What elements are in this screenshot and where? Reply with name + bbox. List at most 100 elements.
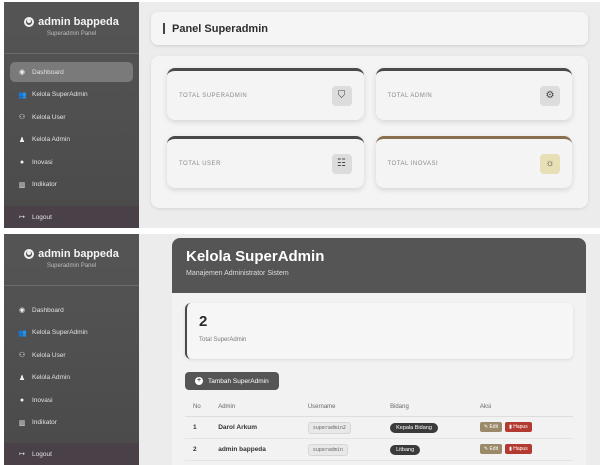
sidebar-item-kelola-user[interactable]: ⚇ Kelola User [10,107,133,127]
sidebar-item-label: Kelola Admin [32,374,70,381]
sidebar-item-label: Dashboard [32,68,64,76]
stat-card-total-superadmin: TOTAL SUPERADMIN ⛉ [167,68,364,120]
logout-label: Logout [32,213,52,221]
sidebar-item-label: Indikator [32,419,57,426]
superadmin-table: No Admin Username Bidang Aksi 1 Darol Ar… [185,398,573,461]
table-header-row: No Admin Username Bidang Aksi [185,398,573,417]
stat-label: TOTAL ADMIN [387,92,433,99]
stat-label: TOTAL INOVASI [387,160,439,167]
brand: admin bappeda Superadmin Panel [4,234,139,286]
sidebar-item-label: Inovasi [32,396,53,404]
brand: admin bappeda Superadmin Panel [4,2,139,54]
users-gear-icon: 👥 [18,91,27,99]
users-icon: ⚇ [18,114,26,121]
brand-subtitle: Superadmin Panel [46,31,97,37]
sidebar-item-label: Dashboard [32,306,64,314]
dashboard-screen: admin bappeda Superadmin Panel ◉ Dashboa… [4,2,600,228]
edit-label: Edit [489,446,499,452]
table-row: 1 Darol Arkum superadmin2 Kepala Bidang … [185,416,573,439]
username-code: superadmin2 [307,421,351,434]
delete-button[interactable]: ▮ Hapus [505,422,532,432]
username-code: superadmin [307,443,348,456]
shield-icon: ⛉ [331,85,352,106]
sidebar-item-label: Kelola SuperAdmin [32,329,88,336]
sidebar-item-inovasi[interactable]: ● Inovasi [10,390,133,410]
kelola-superadmin-screen: admin bappeda Superadmin Panel ◉ Dashboa… [4,234,600,465]
lightbulb-icon: ● [19,158,25,166]
trash-icon: ▮ [509,446,512,452]
logout-label: Logout [32,450,52,458]
user-circle-icon [24,249,35,259]
sidebar-item-inovasi[interactable]: ● Inovasi [10,152,133,172]
content-panel: 2 Total SuperAdmin + Tambah SuperAdmin N… [172,293,586,465]
delete-label: Hapus [513,446,528,452]
sidebar-item-label: Inovasi [32,158,53,166]
user-cog-icon: ⚙ [540,85,560,106]
users-icon: ⚇ [18,352,26,359]
stat-card-total-user: TOTAL USER ☷ [167,136,364,188]
page-header: Panel Superadmin [151,12,588,45]
edit-icon: ✎ [483,424,489,430]
delete-button[interactable]: ▮ Hapus [505,444,532,454]
page-title: Kelola SuperAdmin [186,248,325,265]
page-title: Panel Superadmin [172,22,268,35]
sidebar: admin bappeda Superadmin Panel ◉ Dashboa… [4,2,139,228]
logout-button[interactable]: ↦ Logout [4,206,139,228]
user-tie-icon: ♟ [18,136,26,144]
admin-name: Darol Arkum [210,416,300,439]
sidebar-item-dashboard[interactable]: ◉ Dashboard [10,300,133,320]
sidebar-item-label: Kelola User [32,113,66,121]
sidebar-item-label: Indikator [32,181,57,188]
stat-card-total-inovasi: TOTAL INOVASI ☼ [375,136,572,188]
stats-panel: TOTAL SUPERADMIN ⛉ TOTAL ADMIN ⚙ TOTAL U… [151,56,588,208]
sidebar-item-kelola-superadmin[interactable]: 👥 Kelola SuperAdmin [10,85,133,105]
table-row: 2 admin bappeda superadmin Litbang ✎ Edi… [185,438,573,461]
main-content: Panel Superadmin TOTAL SUPERADMIN ⛉ TOTA… [139,2,600,228]
total-label: Total SuperAdmin [199,337,247,343]
total-superadmin-card: 2 Total SuperAdmin [185,303,573,359]
user-tie-icon: ♟ [18,374,26,382]
actions-cell: ✎ Edit ▮ Hapus [471,438,573,461]
sidebar: admin bappeda Superadmin Panel ◉ Dashboa… [4,234,139,465]
chart-icon: ▥ [18,181,26,189]
admin-name: admin bappeda [210,438,300,461]
sidebar-item-label: Kelola Admin [32,136,70,143]
logout-icon: ↦ [19,451,25,458]
add-button-label: Tambah SuperAdmin [208,377,269,385]
brand-name: admin bappeda [38,248,119,260]
logout-button[interactable]: ↦ Logout [4,443,139,465]
bidang-badge: Kepala Bidang [390,422,438,433]
lightbulb-icon: ☼ [540,153,560,174]
column-header: Username [299,398,383,417]
sidebar-item-label: Kelola User [32,351,66,359]
page-header: Kelola SuperAdmin Manajemen Administrato… [172,238,586,293]
brand-name: admin bappeda [38,16,119,28]
edit-button[interactable]: ✎ Edit [479,422,503,432]
lightbulb-icon: ● [19,396,25,404]
stat-card-total-admin: TOTAL ADMIN ⚙ [375,68,572,120]
main-content: Kelola SuperAdmin Manajemen Administrato… [139,234,600,465]
column-header: Bidang [382,398,472,417]
sidebar-item-kelola-user[interactable]: ⚇ Kelola User [10,345,133,365]
brand-subtitle: Superadmin Panel [46,263,97,269]
column-header: No [185,398,211,417]
sidebar-item-indikator[interactable]: ▥ Indikator [10,175,133,195]
chart-icon: ▥ [18,419,26,427]
total-count: 2 [199,313,208,330]
sidebar-item-kelola-superadmin[interactable]: 👥 Kelola SuperAdmin [10,323,133,343]
edit-button[interactable]: ✎ Edit [479,444,503,454]
username-cell: superadmin [299,438,383,461]
sidebar-item-label: Kelola SuperAdmin [32,91,88,98]
sidebar-item-indikator[interactable]: ▥ Indikator [10,413,133,433]
edit-icon: ✎ [483,446,489,452]
sidebar-nav: ◉ Dashboard 👥 Kelola SuperAdmin ⚇ Kelola… [4,300,139,433]
sidebar-item-kelola-admin[interactable]: ♟ Kelola Admin [10,130,133,150]
dashboard-icon: ◉ [18,307,26,314]
add-superadmin-button[interactable]: + Tambah SuperAdmin [185,372,279,390]
bidang-cell: Kepala Bidang [382,416,472,439]
sidebar-item-kelola-admin[interactable]: ♟ Kelola Admin [10,368,133,388]
plus-icon: + [195,377,203,385]
users-icon: ☷ [331,153,352,174]
sidebar-item-dashboard[interactable]: ◉ Dashboard [10,62,133,82]
sidebar-nav: ◉ Dashboard 👥 Kelola SuperAdmin ⚇ Kelola… [4,62,139,195]
